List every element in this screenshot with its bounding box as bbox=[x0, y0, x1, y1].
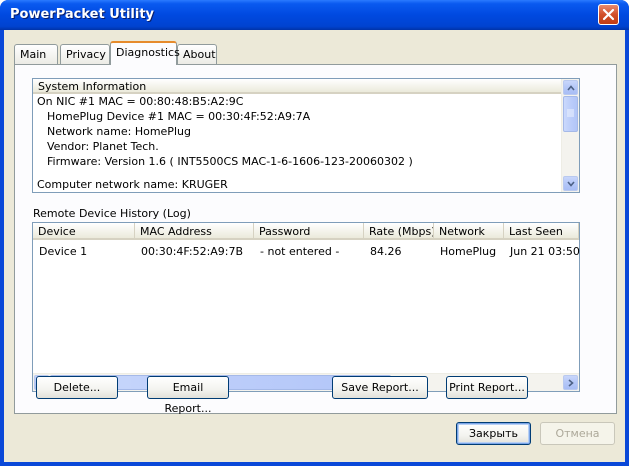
print-report-button[interactable]: Print Report... bbox=[446, 376, 528, 399]
scroll-right-button[interactable] bbox=[563, 375, 578, 390]
system-info-header[interactable]: System Information bbox=[33, 79, 562, 94]
info-line-computer: Computer network name: KRUGER bbox=[37, 178, 228, 191]
column-device[interactable]: Device bbox=[33, 223, 135, 240]
cancel-button[interactable]: Отмена bbox=[540, 422, 615, 445]
scroll-down-button[interactable] bbox=[563, 176, 578, 191]
cell-rate: 84.26 bbox=[370, 245, 402, 258]
dialog-body: Main Privacy Diagnostics About System In… bbox=[4, 30, 625, 462]
column-network-label: Network bbox=[439, 225, 485, 238]
info-line-network: Network name: HomePlug bbox=[47, 125, 191, 138]
column-password-label: Password bbox=[259, 225, 311, 238]
arrow-right-icon bbox=[568, 379, 574, 387]
cell-mac: 00:30:4F:52:A9:7B bbox=[141, 245, 244, 258]
cell-network: HomePlug bbox=[440, 245, 497, 258]
history-label: Remote Device History (Log) bbox=[33, 207, 191, 220]
column-network[interactable]: Network bbox=[434, 223, 504, 240]
cell-last-seen: Jun 21 03:50 bbox=[510, 245, 580, 258]
arrow-up-icon bbox=[567, 85, 575, 91]
grip-icon bbox=[567, 109, 574, 117]
scroll-up-button[interactable] bbox=[563, 80, 578, 95]
system-info-scroll-thumb[interactable] bbox=[563, 96, 578, 132]
column-rate-label: Rate (Mbps) bbox=[369, 225, 434, 238]
system-info-list[interactable]: System Information On NIC #1 MAC = 00:80… bbox=[32, 78, 580, 193]
info-line-firmware: Firmware: Version 1.6 ( INT5500CS MAC-1-… bbox=[47, 155, 413, 168]
info-line-nic: On NIC #1 MAC = 00:80:48:B5:A2:9C bbox=[37, 95, 244, 108]
cell-password: - not entered - bbox=[260, 245, 340, 258]
column-device-label: Device bbox=[38, 225, 76, 238]
tab-privacy-label: Privacy bbox=[66, 48, 106, 61]
close-button[interactable] bbox=[598, 4, 619, 25]
close-dialog-button[interactable]: Закрыть bbox=[456, 422, 531, 445]
column-mac-label: MAC Address bbox=[140, 225, 212, 238]
window-title: PowerPacket Utility bbox=[10, 7, 155, 22]
column-mac[interactable]: MAC Address bbox=[135, 223, 254, 240]
tab-diagnostics[interactable]: Diagnostics bbox=[110, 41, 180, 65]
delete-button[interactable]: Delete... bbox=[36, 376, 118, 399]
tab-about-label: About bbox=[183, 48, 216, 61]
info-line-vendor: Vendor: Planet Tech. bbox=[47, 140, 159, 153]
email-report-button[interactable]: Email Report... bbox=[147, 376, 229, 415]
column-last-seen-label: Last Seen bbox=[509, 225, 563, 238]
system-info-vscrollbar[interactable] bbox=[561, 79, 579, 192]
close-icon bbox=[602, 8, 615, 21]
device-history-list[interactable]: Device MAC Address Password Rate (Mbps) … bbox=[32, 222, 580, 392]
column-rate[interactable]: Rate (Mbps) bbox=[364, 223, 434, 240]
utility-window: PowerPacket Utility Main Privacy Diagnos… bbox=[0, 0, 629, 466]
column-last-seen[interactable]: Last Seen bbox=[504, 223, 579, 240]
system-info-header-label: System Information bbox=[38, 80, 147, 93]
arrow-down-icon bbox=[567, 181, 575, 187]
save-report-button[interactable]: Save Report... bbox=[332, 376, 428, 399]
tab-about[interactable]: About bbox=[177, 44, 217, 64]
tab-main[interactable]: Main bbox=[14, 44, 58, 64]
tab-privacy[interactable]: Privacy bbox=[60, 44, 110, 64]
tab-diagnostics-label: Diagnostics bbox=[116, 46, 180, 59]
info-line-device: HomePlug Device #1 MAC = 00:30:4F:52:A9:… bbox=[47, 110, 311, 123]
column-password[interactable]: Password bbox=[254, 223, 364, 240]
tab-main-label: Main bbox=[20, 48, 47, 61]
cell-device: Device 1 bbox=[39, 245, 88, 258]
title-bar[interactable]: PowerPacket Utility bbox=[0, 0, 629, 30]
